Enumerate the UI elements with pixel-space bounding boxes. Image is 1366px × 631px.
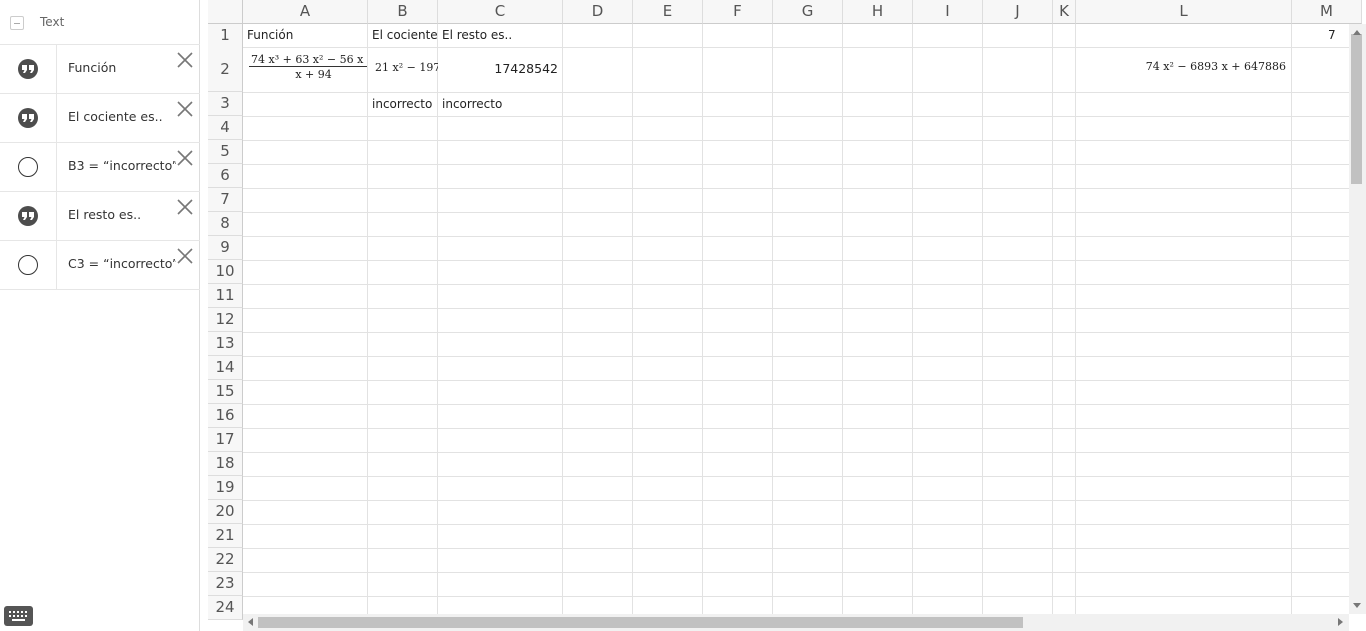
column-header-d[interactable]: D [563,0,633,24]
circle-icon [18,255,38,275]
column-header-a[interactable]: A [243,0,368,24]
column-header-f[interactable]: F [703,0,773,24]
algebra-item-c3[interactable]: C3 = “incorrecto” [0,241,200,290]
scroll-right-arrow-icon[interactable] [1337,617,1345,627]
row-header-24[interactable]: 24 [208,596,243,620]
circle-icon [18,157,38,177]
row-header-23[interactable]: 23 [208,572,243,596]
column-header-i[interactable]: I [913,0,983,24]
collapse-icon[interactable] [10,16,24,30]
algebra-item-b3[interactable]: B3 = “incorrecto” [0,143,200,192]
algebra-item-funcion[interactable]: Función [0,45,200,94]
row-header-12[interactable]: 12 [208,308,243,332]
column-header-l[interactable]: L [1076,0,1292,24]
close-icon[interactable] [177,101,193,117]
vertical-scroll-thumb[interactable] [1351,34,1362,184]
row-header-22[interactable]: 22 [208,548,243,572]
close-icon[interactable] [177,150,193,166]
row-header-21[interactable]: 21 [208,524,243,548]
row-header-4[interactable]: 4 [208,116,243,140]
close-icon[interactable] [177,199,193,215]
keyboard-button[interactable] [4,606,33,626]
algebra-header: Text [0,0,200,45]
row-header-11[interactable]: 11 [208,284,243,308]
row-header-10[interactable]: 10 [208,260,243,284]
cell-b1[interactable]: El cociente es.. [372,28,437,42]
row-header-14[interactable]: 14 [208,356,243,380]
cell-b2[interactable]: 21 x² − 1972 [375,61,438,74]
column-header-b[interactable]: B [368,0,438,24]
column-header-m[interactable]: M [1292,0,1362,24]
cell-m1[interactable]: 7 [1328,28,1346,42]
visibility-toggle[interactable] [0,241,57,289]
row-header-8[interactable]: 8 [208,212,243,236]
row-header-13[interactable]: 13 [208,332,243,356]
quote-icon [18,59,38,79]
cell-c1[interactable]: El resto es.. [442,28,560,42]
algebra-item-label[interactable]: C3 = “incorrecto” [68,256,176,271]
cell-l2[interactable]: 74 x² − 6893 x + 647886 [1078,60,1286,73]
fraction-numerator: 74 x³ + 63 x² − 56 x + [249,53,367,67]
visibility-toggle[interactable] [0,192,57,240]
algebra-item-label[interactable]: El resto es.. [68,207,176,222]
horizontal-scroll-thumb[interactable] [258,617,1023,628]
algebra-panel: Text Función El cociente es.. B3 = “inco… [0,0,200,631]
row-header-16[interactable]: 16 [208,404,243,428]
quote-icon [18,206,38,226]
row-header-17[interactable]: 17 [208,428,243,452]
cell-b3[interactable]: incorrecto [372,97,437,111]
select-all-corner[interactable] [208,0,243,24]
algebra-item-cociente[interactable]: El cociente es.. [0,94,200,143]
visibility-toggle[interactable] [0,143,57,191]
column-header-h[interactable]: H [843,0,913,24]
row-header-18[interactable]: 18 [208,452,243,476]
fraction-denominator: x + 94 [295,68,332,81]
scroll-left-arrow-icon[interactable] [246,617,254,627]
close-icon[interactable] [177,248,193,264]
algebra-item-label[interactable]: El cociente es.. [68,109,176,124]
column-header-j[interactable]: J [983,0,1053,24]
scroll-up-arrow-icon[interactable] [1352,28,1362,36]
column-header-g[interactable]: G [773,0,843,24]
cell-a2[interactable]: 74 x³ + 63 x² − 56 x + x + 94 [244,51,367,89]
row-header-9[interactable]: 9 [208,236,243,260]
algebra-item-label[interactable]: Función [68,60,176,75]
row-header-6[interactable]: 6 [208,164,243,188]
row-header-3[interactable]: 3 [208,92,243,116]
row-header-7[interactable]: 7 [208,188,243,212]
cell-a1[interactable]: Función [247,28,365,42]
visibility-toggle[interactable] [0,45,57,93]
row-header-1[interactable]: 1 [208,24,243,48]
algebra-item-label[interactable]: B3 = “incorrecto” [68,158,176,173]
column-header-e[interactable]: E [633,0,703,24]
cell-c3[interactable]: incorrecto [442,97,560,111]
close-icon[interactable] [177,52,193,68]
row-header-15[interactable]: 15 [208,380,243,404]
horizontal-scrollbar[interactable] [243,614,1349,631]
row-header-2[interactable]: 2 [208,47,243,92]
row-header-5[interactable]: 5 [208,140,243,164]
visibility-toggle[interactable] [0,94,57,142]
algebra-group-title: Text [40,15,65,29]
column-header-k[interactable]: K [1053,0,1076,24]
column-header-c[interactable]: C [438,0,563,24]
spreadsheet[interactable]: A B C D E F G H I J K L M 1 2 3 4 5 6 7 … [208,0,1366,631]
quote-icon [18,108,38,128]
vertical-scrollbar[interactable] [1349,24,1366,614]
scroll-down-arrow-icon[interactable] [1352,602,1362,610]
algebra-item-resto[interactable]: El resto es.. [0,192,200,241]
keyboard-icon [9,611,27,621]
row-header-20[interactable]: 20 [208,500,243,524]
row-header-19[interactable]: 19 [208,476,243,500]
cell-c2[interactable]: 17428542 [442,61,558,76]
